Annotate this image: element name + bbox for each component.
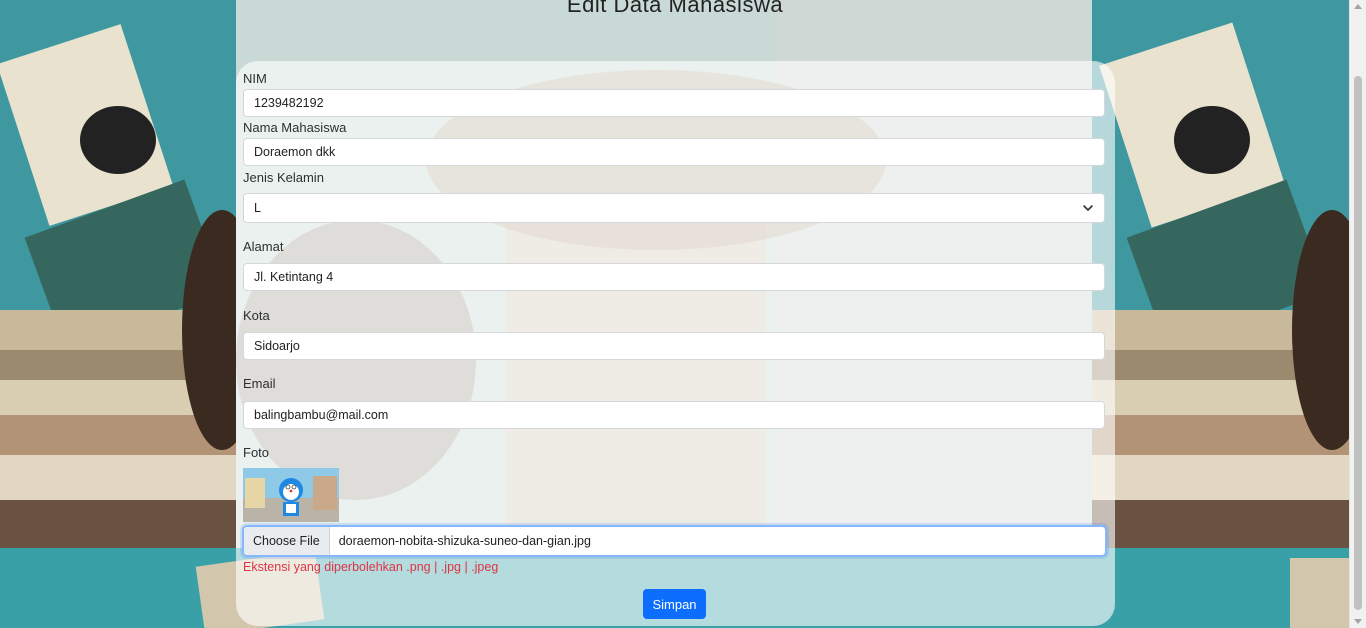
alamat-input[interactable]: Jl. Ketintang 4: [243, 263, 1105, 291]
scroll-down-icon[interactable]: [1354, 619, 1362, 624]
nama-input[interactable]: Doraemon dkk: [243, 138, 1105, 166]
simpan-button[interactable]: Simpan: [643, 589, 706, 619]
page-scrollbar[interactable]: [1349, 0, 1366, 628]
file-extension-hint: Ekstensi yang diperbolehkan .png | .jpg …: [243, 560, 499, 574]
nim-input[interactable]: 1239482192: [243, 89, 1105, 117]
scroll-up-icon[interactable]: [1354, 4, 1362, 9]
chevron-down-icon: [1083, 205, 1093, 211]
jenis-kelamin-label: Jenis Kelamin: [243, 170, 324, 185]
background-left-panel: [0, 0, 236, 548]
foto-label: Foto: [243, 445, 270, 460]
jenis-kelamin-value: L: [254, 201, 261, 215]
edit-form: NIM 1239482192 Nama Mahasiswa Doraemon d…: [236, 61, 1115, 626]
kota-label: Kota: [243, 308, 270, 323]
scroll-thumb[interactable]: [1354, 76, 1362, 610]
email-label: Email: [243, 376, 276, 391]
choose-file-button[interactable]: Choose File: [244, 527, 330, 555]
nama-label: Nama Mahasiswa: [243, 120, 347, 135]
background-right-panel: [1092, 0, 1350, 548]
foto-file-input[interactable]: Choose File doraemon-nobita-shizuka-sune…: [242, 525, 1107, 557]
foto-preview-image: [243, 468, 339, 522]
jenis-kelamin-select[interactable]: L: [243, 193, 1105, 223]
page-title: Edit Data Mahasiswa: [566, 0, 784, 17]
nim-label: NIM: [243, 71, 267, 86]
alamat-label: Alamat: [243, 239, 284, 254]
email-input[interactable]: balingbambu@mail.com: [243, 401, 1105, 429]
file-name: doraemon-nobita-shizuka-suneo-dan-gian.j…: [338, 534, 591, 548]
kota-input[interactable]: Sidoarjo: [243, 332, 1105, 360]
